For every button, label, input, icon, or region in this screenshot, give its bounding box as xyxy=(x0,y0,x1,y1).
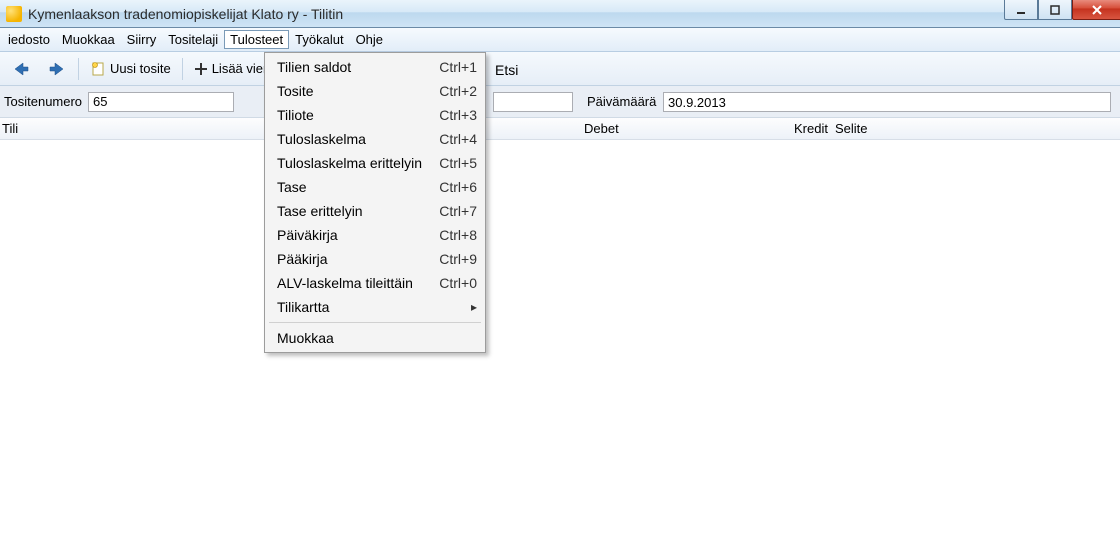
toolbar-separator-2 xyxy=(182,58,183,80)
titlebar: Kymenlaakson tradenomiopiskelijat Klato … xyxy=(0,0,1120,28)
menu-item-balance-sheet[interactable]: Tase Ctrl+6 xyxy=(267,175,483,199)
window-title: Kymenlaakson tradenomiopiskelijat Klato … xyxy=(28,6,343,22)
col-credit[interactable]: Kredit xyxy=(794,121,828,136)
reports-dropdown: Tilien saldot Ctrl+1 Tosite Ctrl+2 Tilio… xyxy=(264,52,486,353)
search-label: Etsi xyxy=(495,62,518,78)
table-header: Tili Debet Kredit Selite xyxy=(0,118,1120,140)
voucher-number-label: Tositenumero xyxy=(4,94,82,109)
menu-item-account-balances[interactable]: Tilien saldot Ctrl+1 xyxy=(267,55,483,79)
menu-item-voucher[interactable]: Tosite Ctrl+2 xyxy=(267,79,483,103)
date-label: Päivämäärä xyxy=(587,94,656,109)
minimize-button[interactable] xyxy=(1004,0,1038,20)
voucher-number-input[interactable] xyxy=(88,92,234,112)
window-buttons xyxy=(1004,0,1120,20)
menu-item-edit-reports[interactable]: Muokkaa xyxy=(267,326,483,350)
fields-row: Tositenumero Päivämäärä xyxy=(0,86,1120,118)
menu-file[interactable]: iedosto xyxy=(2,30,56,49)
menu-help[interactable]: Ohje xyxy=(350,30,389,49)
toolbar-separator xyxy=(78,58,79,80)
menu-divider xyxy=(269,322,481,323)
menu-item-chart-of-accounts[interactable]: Tilikartta xyxy=(267,295,483,319)
plus-icon xyxy=(194,62,208,76)
menu-edit[interactable]: Muokkaa xyxy=(56,30,121,49)
toolbar: Uusi tosite Lisää vien xyxy=(0,52,1120,86)
new-voucher-icon xyxy=(90,61,106,77)
menu-item-income-statement-detailed[interactable]: Tuloslaskelma erittelyin Ctrl+5 xyxy=(267,151,483,175)
new-voucher-button[interactable]: Uusi tosite xyxy=(83,57,178,81)
menu-item-account-statement[interactable]: Tiliote Ctrl+3 xyxy=(267,103,483,127)
new-voucher-label: Uusi tosite xyxy=(110,61,171,76)
app-icon xyxy=(6,6,22,22)
menu-vouchertype[interactable]: Tositelaji xyxy=(162,30,224,49)
menu-go[interactable]: Siirry xyxy=(121,30,163,49)
arrow-right-icon xyxy=(47,59,67,79)
menu-reports[interactable]: Tulosteet xyxy=(224,30,289,49)
col-debit[interactable]: Debet xyxy=(584,121,619,136)
arrow-left-icon xyxy=(11,59,31,79)
maximize-button[interactable] xyxy=(1038,0,1072,20)
menu-item-income-statement[interactable]: Tuloslaskelma Ctrl+4 xyxy=(267,127,483,151)
add-entry-label: Lisää vien xyxy=(212,61,271,76)
nav-back-button[interactable] xyxy=(4,55,38,83)
date-input[interactable] xyxy=(663,92,1111,112)
col-account[interactable]: Tili xyxy=(2,121,18,136)
menu-item-balance-sheet-detailed[interactable]: Tase erittelyin Ctrl+7 xyxy=(267,199,483,223)
menu-item-journal[interactable]: Päiväkirja Ctrl+8 xyxy=(267,223,483,247)
menu-tools[interactable]: Työkalut xyxy=(289,30,349,49)
menu-item-vat-by-account[interactable]: ALV-laskelma tileittäin Ctrl+0 xyxy=(267,271,483,295)
col-description[interactable]: Selite xyxy=(835,121,868,136)
close-button[interactable] xyxy=(1072,0,1120,20)
menubar: iedosto Muokkaa Siirry Tositelaji Tulost… xyxy=(0,28,1120,52)
search-input[interactable] xyxy=(493,92,573,112)
nav-forward-button[interactable] xyxy=(40,55,74,83)
menu-item-general-ledger[interactable]: Pääkirja Ctrl+9 xyxy=(267,247,483,271)
app-root: Kymenlaakson tradenomiopiskelijat Klato … xyxy=(0,0,1120,559)
